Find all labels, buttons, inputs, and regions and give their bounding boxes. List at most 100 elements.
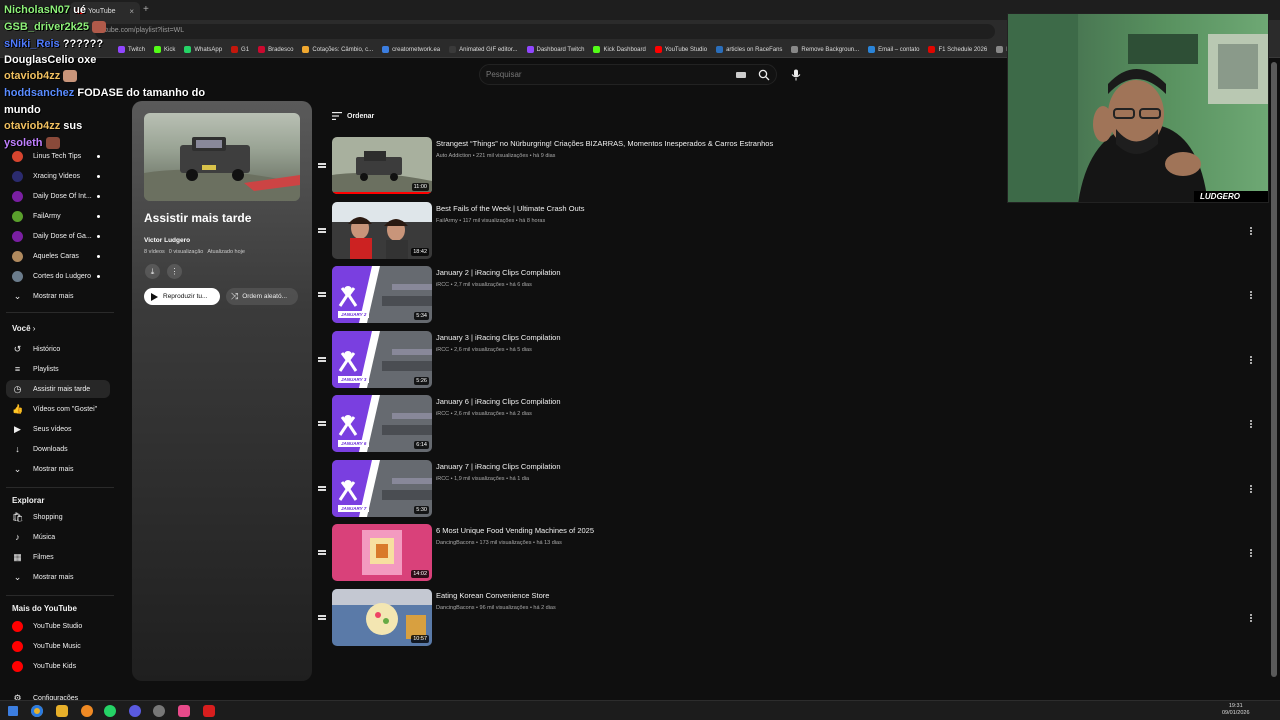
- bookmark-item[interactable]: Animated GIF editor...: [449, 46, 518, 53]
- sidebar-item[interactable]: ≡ Playlists: [6, 360, 110, 378]
- playlist-video-row[interactable]: JANUARY 3 5:26 January 3 | iRacing Clips C…: [318, 330, 1263, 391]
- sort-button[interactable]: Ordenar: [332, 112, 374, 120]
- sidebar-item[interactable]: ⌄ Mostrar mais: [6, 460, 110, 478]
- sidebar-item[interactable]: YouTube Studio: [6, 617, 110, 635]
- drag-handle-icon[interactable]: [318, 227, 327, 234]
- shuffle-button[interactable]: ⤨ Ordem aleató...: [226, 288, 298, 305]
- video-thumbnail[interactable]: JANUARY 7 5:30: [332, 459, 432, 517]
- obs-icon[interactable]: [153, 705, 165, 717]
- sidebar-item[interactable]: ▶ Seus vídeos: [6, 420, 110, 438]
- video-title[interactable]: Eating Korean Convenience Store: [436, 591, 549, 600]
- more-vert-icon[interactable]: [1249, 355, 1253, 364]
- channel-name[interactable]: FailArmy: [436, 218, 458, 224]
- video-title[interactable]: January 6 | iRacing Clips Compilation: [436, 397, 561, 406]
- keyboard-icon[interactable]: [736, 71, 746, 78]
- address-bar[interactable]: tube.com/playlist?list=WL: [95, 24, 995, 39]
- chrome-icon[interactable]: [31, 705, 43, 717]
- search-icon[interactable]: [758, 69, 770, 81]
- video-title[interactable]: Strangest “Things” no Nürburgring! Criaç…: [436, 139, 773, 148]
- more-vert-icon[interactable]: [1249, 613, 1253, 622]
- more-options-button[interactable]: ⋮: [167, 264, 182, 279]
- more-vert-icon[interactable]: [1249, 420, 1253, 428]
- download-button[interactable]: ⤓: [145, 264, 160, 279]
- playlist-owner[interactable]: Victor Ludgero: [144, 237, 190, 244]
- discord-icon[interactable]: [129, 705, 141, 717]
- close-tab-icon[interactable]: ×: [129, 7, 134, 16]
- playlist-video-row[interactable]: 10:57 Eating Korean Convenience Store Danc…: [318, 588, 1263, 649]
- windows-start-icon[interactable]: [8, 706, 18, 716]
- video-title[interactable]: 6 Most Unique Food Vending Machines of 2…: [436, 526, 594, 535]
- channel-name[interactable]: iRCC: [436, 347, 449, 353]
- voice-search-icon[interactable]: [786, 65, 806, 85]
- more-vert-icon[interactable]: [1249, 484, 1253, 493]
- channel-name[interactable]: Auto Addiction: [436, 153, 471, 159]
- video-title[interactable]: January 7 | iRacing Clips Compilation: [436, 462, 561, 471]
- bookmark-item[interactable]: Kick Dashboard: [593, 46, 646, 53]
- playlist-video-row[interactable]: JANUARY 2 5:34 January 2 | iRacing Clips C…: [318, 266, 1263, 326]
- drag-handle-icon[interactable]: [318, 291, 327, 298]
- bookmark-item[interactable]: Twitch: [118, 46, 145, 53]
- drag-handle-icon[interactable]: [318, 614, 327, 621]
- bookmark-item[interactable]: articles on RaceFans: [716, 46, 782, 53]
- video-thumbnail[interactable]: JANUARY 2 5:34: [332, 266, 432, 323]
- search-box[interactable]: Pesquisar: [479, 64, 777, 85]
- video-title[interactable]: Best Fails of the Week | Ultimate Crash …: [436, 204, 585, 213]
- video-title[interactable]: January 3 | iRacing Clips Compilation: [436, 333, 561, 342]
- video-thumbnail[interactable]: 14:02: [332, 524, 432, 581]
- sidebar-item[interactable]: ↓ Downloads: [6, 440, 110, 458]
- bookmark-item[interactable]: WhatsApp: [184, 46, 222, 53]
- bookmark-item[interactable]: creatornetwork.ea: [382, 46, 440, 53]
- sidebar-item[interactable]: ♪ Música: [6, 528, 110, 546]
- video-thumbnail[interactable]: JANUARY 3 5:26: [332, 330, 432, 388]
- video-title[interactable]: January 2 | iRacing Clips Compilation: [436, 268, 561, 277]
- sidebar-subscription-item[interactable]: FailArmy: [6, 207, 110, 225]
- new-tab-icon[interactable]: +: [143, 4, 149, 15]
- sidebar-subscription-item[interactable]: Daily Dose of Ga...: [6, 227, 110, 245]
- sidebar-item[interactable]: ↺ Histórico: [6, 340, 110, 358]
- bookmark-item[interactable]: Email – contato: [868, 46, 919, 53]
- bookmark-item[interactable]: F1 Schedule 2026: [928, 46, 987, 53]
- video-thumbnail[interactable]: 11:00: [332, 137, 432, 194]
- more-vert-icon[interactable]: [1249, 226, 1253, 235]
- drag-handle-icon[interactable]: [318, 420, 327, 427]
- bookmark-item[interactable]: Remove Backgroun...: [791, 46, 859, 53]
- bookmark-item[interactable]: Dashboard Twitch: [526, 46, 584, 53]
- subscriptions-show-more[interactable]: ⌄ Mostrar mais: [6, 287, 110, 305]
- video-thumbnail[interactable]: 18:42: [332, 201, 432, 259]
- drag-handle-icon[interactable]: [318, 356, 327, 363]
- play-all-button[interactable]: Reproduzir tu...: [144, 288, 220, 305]
- playlist-thumbnail[interactable]: [144, 113, 300, 201]
- more-vert-icon[interactable]: [1249, 549, 1253, 557]
- app-icon[interactable]: [178, 705, 190, 717]
- file-explorer-icon[interactable]: [56, 705, 68, 717]
- sidebar-subscription-item[interactable]: Cortes do Ludgero: [6, 267, 110, 285]
- playlist-video-row[interactable]: 14:02 6 Most Unique Food Vending Machines…: [318, 524, 1263, 584]
- video-thumbnail[interactable]: JANUARY 6 6:14: [332, 395, 432, 452]
- sidebar-subscription-item[interactable]: Daily Dose Of Int...: [6, 187, 110, 205]
- bookmark-item[interactable]: Bradesco: [258, 46, 293, 53]
- scrollbar-thumb[interactable]: [1271, 62, 1277, 677]
- whatsapp-icon[interactable]: [104, 705, 116, 717]
- sidebar-item[interactable]: 👍 Vídeos com "Gostei": [6, 400, 110, 418]
- sidebar-item[interactable]: ◷ Assistir mais tarde: [6, 380, 110, 398]
- sidebar-subscription-item[interactable]: Xracing Videos: [6, 167, 110, 185]
- drag-handle-icon[interactable]: [318, 485, 327, 492]
- bookmark-item[interactable]: Cotações: Câmbio, c...: [302, 46, 373, 53]
- you-section-header[interactable]: Você ›: [12, 324, 35, 333]
- sidebar-subscription-item[interactable]: Aqueles Caras: [6, 247, 110, 265]
- sidebar-item[interactable]: ⌄ Mostrar mais: [6, 568, 110, 586]
- channel-name[interactable]: DancingBacons: [436, 540, 475, 546]
- more-vert-icon[interactable]: [1249, 291, 1253, 299]
- sidebar-item[interactable]: YouTube Kids: [6, 657, 110, 675]
- channel-name[interactable]: iRCC: [436, 476, 449, 482]
- sidebar-item[interactable]: YouTube Music: [6, 637, 110, 655]
- sidebar-item[interactable]: ▦ Filmes: [6, 548, 110, 566]
- bookmark-item[interactable]: YouTube Studio: [654, 46, 707, 53]
- app-icon[interactable]: [81, 705, 93, 717]
- playlist-video-row[interactable]: JANUARY 6 6:14 January 6 | iRacing Clips C…: [318, 395, 1263, 455]
- sidebar-item[interactable]: 🛍 Shopping: [6, 508, 110, 526]
- drag-handle-icon[interactable]: [318, 162, 327, 169]
- channel-name[interactable]: iRCC: [436, 411, 449, 417]
- bookmark-item[interactable]: G1: [231, 46, 249, 53]
- app-icon[interactable]: [203, 705, 215, 717]
